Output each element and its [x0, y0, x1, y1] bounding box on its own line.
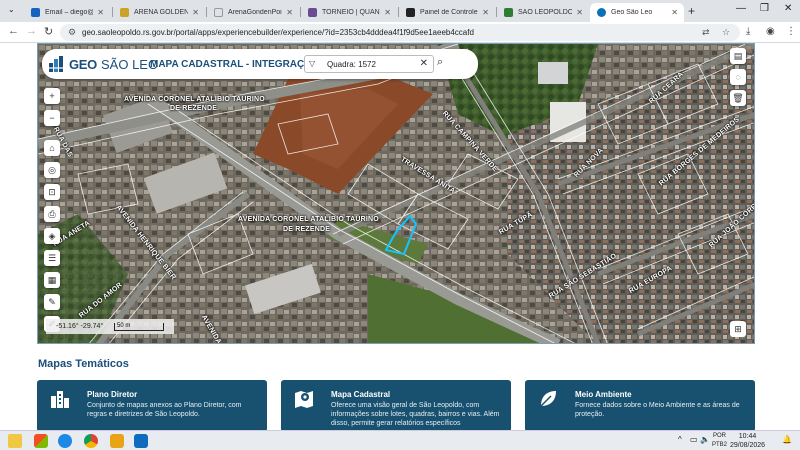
tab-geo-sao-leo[interactable]: Geo São Leo ✕	[590, 3, 684, 22]
battery-icon[interactable]: ▭	[690, 435, 698, 444]
legend-icon[interactable]: ☰	[44, 250, 60, 266]
close-icon[interactable]: ✕	[576, 8, 583, 17]
card-description: Oferece uma visão geral de São Leopoldo,…	[331, 402, 500, 427]
windows-taskbar: ^ ▭ 🔈 POR PTB2 10:44 29/08/2026 🔔	[0, 430, 800, 450]
table-icon[interactable]: ▤	[730, 48, 746, 64]
geo-icon	[597, 8, 606, 17]
clear-search-icon[interactable]: ✕	[420, 58, 428, 69]
search-input[interactable]: Quadra: 1572	[327, 60, 376, 69]
torneio-icon	[308, 8, 317, 17]
widgets-icon[interactable]	[8, 434, 22, 448]
tab-email[interactable]: Email – diego@mul.s ✕	[24, 3, 110, 22]
overview-icon[interactable]: ⊞	[730, 321, 746, 337]
outlook-taskbar-icon[interactable]	[134, 434, 148, 448]
brand-geo: GEO	[69, 56, 97, 72]
tray-chevron-icon[interactable]: ^	[678, 435, 682, 444]
forward-icon[interactable]: →	[26, 25, 37, 37]
back-icon[interactable]: ←	[8, 25, 19, 37]
system-clock[interactable]: 10:44 29/08/2026	[730, 432, 765, 450]
close-icon[interactable]: ✕	[192, 8, 199, 17]
filter-dropdown-icon[interactable]: ▽	[309, 59, 315, 68]
input-language[interactable]: POR PTB2	[712, 432, 727, 450]
print-icon[interactable]: ⎙	[44, 206, 60, 222]
close-window-icon[interactable]: ✕	[784, 3, 792, 14]
card-plano-diretor[interactable]: Plano Diretor Conjunto de mapas anexos a…	[37, 380, 267, 432]
home-icon[interactable]: ⌂	[44, 140, 60, 156]
street-label: DE REZENDE	[170, 105, 218, 112]
notification-icon[interactable]: 🔔	[782, 435, 792, 444]
tab-strip: Email – diego@mul.s ✕ ARENA GOLDEN PO ✕ …	[0, 0, 800, 22]
locate-icon[interactable]: ◎	[44, 162, 60, 178]
tab-arena-golden[interactable]: ARENA GOLDEN PO ✕	[113, 3, 205, 22]
geo-sao-leo-logo: GEO SÃO LEO	[48, 55, 158, 73]
street-label: DE REZENDE	[283, 226, 331, 233]
translate-icon[interactable]: ⇄	[702, 27, 710, 38]
trash-icon[interactable]: 🗑	[730, 90, 746, 106]
city-buildings-icon	[49, 388, 71, 410]
map-pin-icon	[293, 388, 315, 410]
map-title: MAPA CADASTRAL - INTEGRAÇÃO	[150, 59, 320, 70]
close-icon[interactable]: ✕	[384, 8, 391, 17]
scale-bar: 50 m	[114, 323, 164, 331]
minimize-icon[interactable]: —	[736, 3, 746, 14]
card-title: Plano Diretor	[87, 390, 138, 399]
menu-icon[interactable]: ⋮	[786, 26, 796, 37]
tab-painel[interactable]: Painel de Controle ✕	[399, 3, 495, 22]
street-label: AVENIDA CORONEL ATALIBIO TAURINO	[124, 96, 265, 103]
profile-icon[interactable]: ◉	[766, 26, 775, 37]
geo-logo-icon	[48, 55, 66, 73]
folder-icon	[120, 8, 129, 17]
download-icon[interactable]: ⤓	[746, 26, 750, 37]
browser-toolbar: ← → ↻ ⚙ geo.saoleopoldo.rs.gov.br/portal…	[0, 22, 800, 43]
close-icon[interactable]: ✕	[482, 8, 489, 17]
close-icon[interactable]: ✕	[671, 8, 678, 17]
volume-icon[interactable]: 🔈	[700, 435, 710, 444]
select-icon[interactable]: ◌	[730, 69, 746, 85]
search-box[interactable]: ▽ Quadra: 1572 ✕	[304, 55, 434, 73]
map-header: GEO SÃO LEO MAPA CADASTRAL - INTEGRAÇÃO …	[42, 49, 478, 79]
measure-icon[interactable]: ⊡	[44, 184, 60, 200]
maximize-icon[interactable]: ❐	[760, 3, 769, 14]
street-label: AVENIDA CORONEL ATALIBIO TAURINO	[238, 216, 379, 223]
tab-torneio[interactable]: TORNEIO | QUANTO ✕	[301, 3, 397, 22]
card-title: Meio Ambiente	[575, 390, 632, 399]
close-icon[interactable]: ✕	[97, 8, 104, 17]
map-viewer[interactable]: AVENIDA CORONEL ATALIBIO TAURINO DE REZE…	[37, 43, 755, 344]
section-title: Mapas Temáticos	[38, 358, 129, 370]
map-tools-right: ▤ ◌ 🗑	[730, 48, 746, 111]
close-icon[interactable]: ✕	[286, 8, 293, 17]
card-meio-ambiente[interactable]: Meio Ambiente Fornece dados sobre o Meio…	[525, 380, 755, 432]
card-mapa-cadastral[interactable]: Mapa Cadastral Oferece uma visão geral d…	[281, 380, 511, 432]
copilot-icon[interactable]	[34, 434, 48, 448]
draw-icon[interactable]: ✎	[44, 294, 60, 310]
zoom-out-icon[interactable]: −	[44, 110, 60, 126]
tab-sao-leopoldo[interactable]: SÃO LEOPOLDO/RS ✕	[497, 3, 589, 22]
card-description: Fornece dados sobre o Meio Ambiente e as…	[575, 402, 740, 418]
site-info-icon[interactable]: ⚙	[68, 27, 76, 38]
panel-icon	[406, 8, 415, 17]
basemap-icon[interactable]: ▦	[44, 272, 60, 288]
file-explorer-icon[interactable]	[110, 434, 124, 448]
satellite-imagery[interactable]	[38, 44, 755, 344]
tab-list-icon[interactable]: ⌄	[8, 5, 15, 14]
layers-icon[interactable]: ◈	[44, 228, 60, 244]
page-icon	[214, 8, 223, 17]
leaf-icon	[537, 388, 559, 410]
edge-icon[interactable]	[58, 434, 72, 448]
outlook-icon	[31, 8, 40, 17]
new-tab-icon[interactable]: +	[688, 4, 695, 18]
reload-icon[interactable]: ↻	[44, 25, 53, 38]
address-bar[interactable]: ⚙ geo.saoleopoldo.rs.gov.br/portal/apps/…	[60, 24, 740, 41]
tab-arena-gonden[interactable]: ArenaGondenPoint / ✕	[207, 3, 299, 22]
card-description: Conjunto de mapas anexos ao Plano Direto…	[87, 402, 242, 418]
url-text[interactable]: geo.saoleopoldo.rs.gov.br/portal/apps/ex…	[82, 28, 474, 37]
globe-icon	[504, 8, 513, 17]
chrome-icon[interactable]	[84, 434, 98, 448]
bookmark-star-icon[interactable]: ☆	[722, 27, 730, 38]
card-title: Mapa Cadastral	[331, 390, 391, 399]
map-tools-left: + − ⌂ ◎ ⊡ ⎙ ◈ ☰ ▦ ✎ ✐	[44, 88, 60, 338]
search-icon[interactable]: ⌕	[437, 56, 453, 72]
zoom-in-icon[interactable]: +	[44, 88, 60, 104]
